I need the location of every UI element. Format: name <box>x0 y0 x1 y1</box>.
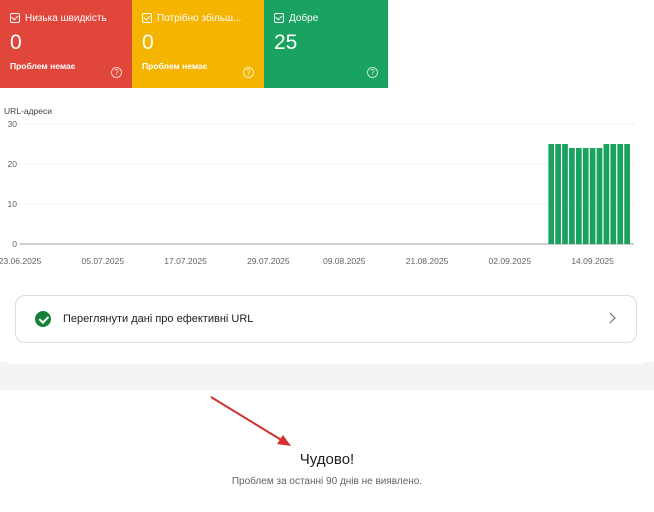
chart-bar <box>562 144 568 244</box>
url-chart: URL-адреси 0 10 20 30 23.06.2025 05.07.2025 17.… <box>0 106 634 266</box>
y-tick-label: 0 <box>12 239 17 249</box>
tile-count: 25 <box>274 31 298 54</box>
panel-bottom-edge <box>0 350 654 364</box>
result-title: Чудово! <box>299 451 355 468</box>
chart-bar <box>548 144 555 244</box>
checkbox-icon[interactable] <box>274 13 284 23</box>
chart-bar <box>569 148 575 244</box>
section-divider <box>0 362 654 390</box>
card-label: Переглянути дані про ефективні URL <box>63 313 254 325</box>
view-good-urls-card[interactable]: Переглянути дані про ефективні URL <box>15 295 637 343</box>
x-tick-label: 29.07.2025 <box>247 256 290 266</box>
tile-slow[interactable]: Низька швидкість 0 Проблем немає ? <box>0 0 132 88</box>
tile-count: 0 <box>142 31 154 54</box>
x-tick-label: 14.09.2025 <box>571 256 614 266</box>
tile-header: Потрібно збільш... <box>142 11 254 25</box>
tile-subtitle: Проблем немає <box>10 61 76 71</box>
chevron-right-icon[interactable] <box>604 312 616 324</box>
y-tick-label: 10 <box>8 199 18 209</box>
y-tick-label: 20 <box>8 159 18 169</box>
x-tick-label: 02.09.2025 <box>489 256 532 266</box>
chart-bar <box>603 144 610 244</box>
status-tiles: Низька швидкість 0 Проблем немає ? Потрі… <box>0 0 388 88</box>
tile-subtitle: Проблем немає <box>142 61 208 71</box>
help-icon[interactable]: ? <box>111 67 122 78</box>
tile-needs-improvement[interactable]: Потрібно збільш... 0 Проблем немає ? <box>132 0 264 88</box>
x-tick-label: 17.07.2025 <box>164 256 207 266</box>
checkbox-icon[interactable] <box>142 13 152 23</box>
chart-bar <box>596 148 603 244</box>
tile-title: Потрібно збільш... <box>157 12 242 24</box>
x-tick-label: 05.07.2025 <box>82 256 125 266</box>
chart-bar <box>582 148 589 244</box>
x-tick-label: 09.08.2025 <box>323 256 366 266</box>
chart-bar <box>624 144 630 244</box>
x-tick-label: 23.06.2025 <box>0 256 42 266</box>
tile-header: Добре <box>274 11 378 25</box>
chart-bar <box>617 144 624 244</box>
check-circle-icon <box>35 311 51 327</box>
tile-header: Низька швидкість <box>10 11 122 25</box>
y-axis-label: URL-адреси <box>4 106 52 116</box>
chart-bar <box>589 148 596 244</box>
x-tick-label: 21.08.2025 <box>406 256 449 266</box>
checkbox-icon[interactable] <box>10 13 20 23</box>
tile-good[interactable]: Добре 25 ? <box>264 0 388 88</box>
help-icon[interactable]: ? <box>243 67 254 78</box>
help-icon[interactable]: ? <box>367 67 378 78</box>
y-tick-label: 30 <box>8 119 18 129</box>
result-note: Проблем за останні 90 днів не виявлено. <box>231 476 423 487</box>
tile-count: 0 <box>10 31 22 54</box>
chart-bar <box>575 148 582 244</box>
tile-title: Низька швидкість <box>25 12 107 24</box>
tile-title: Добре <box>289 12 319 24</box>
chart-bar <box>555 144 561 244</box>
chart-bar <box>610 144 617 244</box>
